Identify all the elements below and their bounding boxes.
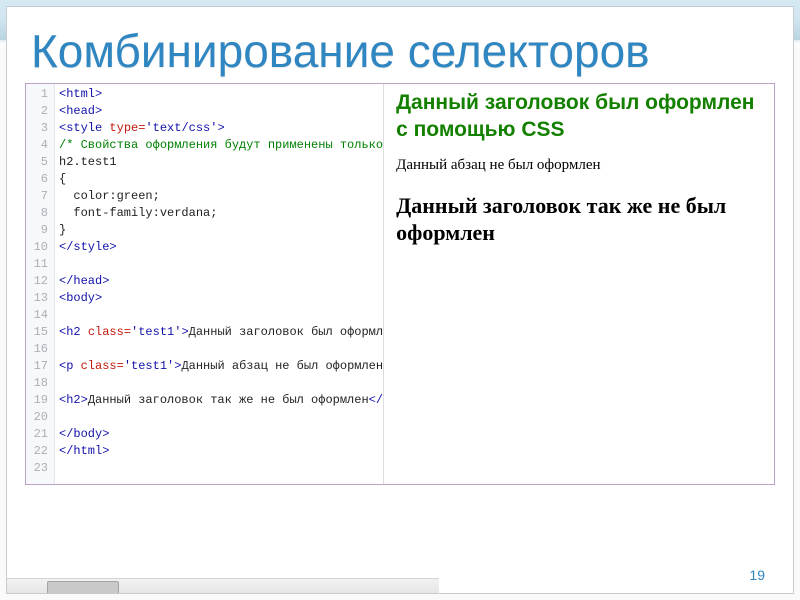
code-line [59, 256, 383, 273]
line-number: 6 [26, 171, 48, 188]
code-line: </body> [59, 426, 383, 443]
line-number: 16 [26, 341, 48, 358]
example-box: 1234567891011121314151617181920212223 <h… [25, 83, 775, 485]
code-line: </html> [59, 443, 383, 460]
code-line: color:green; [59, 188, 383, 205]
line-number: 14 [26, 307, 48, 324]
line-number: 9 [26, 222, 48, 239]
line-number-gutter: 1234567891011121314151617181920212223 [26, 84, 55, 484]
line-number: 20 [26, 409, 48, 426]
scrollbar-thumb[interactable] [47, 581, 119, 594]
code-line [59, 341, 383, 358]
code-line: <html> [59, 86, 383, 103]
code-line: h2.test1 [59, 154, 383, 171]
code-line [59, 307, 383, 324]
code-body: <html><head><style type='text/css'>/* Св… [55, 84, 383, 484]
line-number: 13 [26, 290, 48, 307]
line-number: 4 [26, 137, 48, 154]
preview-paragraph: Данный абзац не был оформлен [396, 157, 762, 174]
code-line: </head> [59, 273, 383, 290]
line-number: 1 [26, 86, 48, 103]
horizontal-scrollbar[interactable] [7, 578, 439, 594]
line-number: 5 [26, 154, 48, 171]
code-line: } [59, 222, 383, 239]
code-line [59, 409, 383, 426]
code-line: <head> [59, 103, 383, 120]
line-number: 11 [26, 256, 48, 273]
slide-container: Комбинирование селекторов 12345678910111… [6, 6, 794, 594]
preview-heading-plain: Данный заголовок так же не был оформлен [396, 192, 762, 247]
line-number: 18 [26, 375, 48, 392]
code-line: </style> [59, 239, 383, 256]
line-number: 12 [26, 273, 48, 290]
code-line: font-family:verdana; [59, 205, 383, 222]
render-preview: Данный заголовок был оформлен с помощью … [384, 84, 774, 484]
code-line: <p class='test1'>Данный абзац не был офо… [59, 358, 383, 375]
line-number: 2 [26, 103, 48, 120]
slide-title: Комбинирование селекторов [31, 27, 793, 75]
line-number: 22 [26, 443, 48, 460]
line-number: 23 [26, 460, 48, 477]
line-number: 3 [26, 120, 48, 137]
preview-heading-styled: Данный заголовок был оформлен с помощью … [396, 90, 762, 143]
code-line: <body> [59, 290, 383, 307]
line-number: 21 [26, 426, 48, 443]
code-line: <h2>Данный заголовок так же не был оформ… [59, 392, 383, 409]
line-number: 7 [26, 188, 48, 205]
line-number: 19 [26, 392, 48, 409]
line-number: 15 [26, 324, 48, 341]
line-number: 10 [26, 239, 48, 256]
code-line: <style type='text/css'> [59, 120, 383, 137]
code-line: { [59, 171, 383, 188]
line-number: 8 [26, 205, 48, 222]
line-number: 17 [26, 358, 48, 375]
code-line: /* Свойства оформления будут применены т… [59, 137, 383, 154]
code-line: <h2 class='test1'>Данный заголовок был о… [59, 324, 383, 341]
code-editor: 1234567891011121314151617181920212223 <h… [26, 84, 384, 484]
code-line [59, 460, 383, 477]
page-number: 19 [749, 567, 765, 583]
code-line [59, 375, 383, 392]
